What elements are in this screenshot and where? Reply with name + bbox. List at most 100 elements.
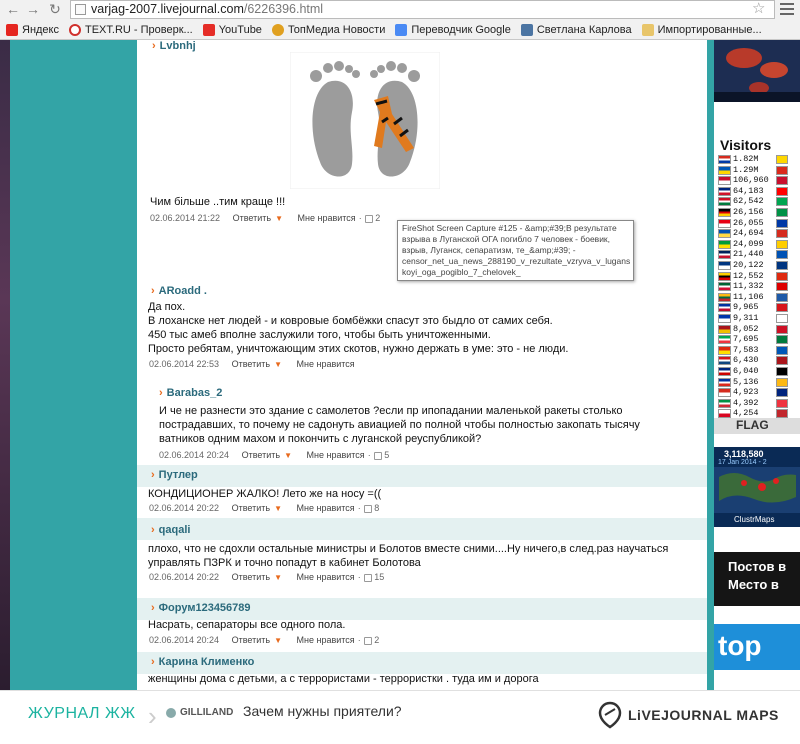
desktop-background: [0, 40, 10, 690]
comment-header: [137, 518, 707, 540]
lj-maps-link[interactable]: LiVEJOURNAL MAPS: [628, 707, 779, 723]
comment-author[interactable]: › Карина Клименко: [151, 656, 254, 668]
comment: › Barabas_2 И че не разнести это здание с…: [137, 385, 707, 465]
comment-author[interactable]: › Lvbnhj: [152, 40, 196, 52]
reload-button[interactable]: ↻: [46, 1, 64, 18]
user-link[interactable]: GILLILAND: [180, 707, 233, 718]
bookmark-google-translate[interactable]: Переводчик Google: [395, 24, 511, 36]
visitor-row: 20,122: [718, 260, 798, 271]
reply-dropdown-icon[interactable]: ▼: [284, 451, 292, 460]
bookmark-label: Яндекс: [22, 24, 59, 36]
bookmark-yandex[interactable]: Яндекс: [6, 24, 59, 36]
comments-column: › Lvbnhj Чим більше ..тим краще !!! 02.06…: [137, 40, 707, 690]
country-flag-icon: [776, 250, 788, 260]
comment-author[interactable]: › ARoadd .: [151, 285, 207, 297]
country-flag-icon: [718, 292, 731, 302]
comment-meta: 02.06.2014 20:22 Ответить ▼ Мне нравится ·…: [149, 572, 385, 582]
article-link[interactable]: Зачем нужны приятели?: [243, 703, 402, 719]
reply-dropdown-icon[interactable]: ▼: [274, 504, 282, 513]
clustrmaps-widget[interactable]: 3,118,580 17 Jan 2014 - 2 ClustrMaps: [714, 447, 800, 527]
reply-link[interactable]: Ответить: [232, 359, 270, 369]
like-link[interactable]: Мне нравится: [297, 572, 355, 582]
visitor-row: 26,156: [718, 207, 798, 218]
journal-logo[interactable]: ЖУРНАЛ ЖЖ: [28, 705, 136, 723]
comment-author[interactable]: › Barabas_2: [159, 387, 222, 399]
vk-icon: [520, 24, 533, 36]
comment-author[interactable]: › Путлер: [151, 469, 198, 481]
user-icon: [166, 708, 176, 718]
country-flag-icon: [718, 303, 731, 313]
bookmark-star-icon[interactable]: ☆: [752, 0, 765, 17]
comment-meta: 02.06.2014 22:53 Ответить ▼ Мне нравится: [149, 359, 355, 369]
reply-dropdown-icon[interactable]: ▼: [274, 573, 282, 582]
thumbs-up-icon[interactable]: [363, 636, 372, 645]
comment: › Lvbnhj Чим більше ..тим краще !!! 02.06…: [137, 40, 707, 230]
world-map-widget[interactable]: [714, 40, 800, 102]
back-button[interactable]: ←: [4, 1, 22, 17]
address-bar[interactable]: varjag-2007.livejournal.com/6226396.html: [70, 0, 775, 19]
visitor-count: 6,040: [733, 366, 759, 376]
bookmark-vk[interactable]: Светлана Карлова: [520, 24, 632, 36]
top-banner[interactable]: top: [714, 624, 800, 670]
reply-dropdown-icon[interactable]: ▼: [274, 636, 282, 645]
country-flag-icon: [776, 367, 788, 376]
world-map-icon: [714, 467, 800, 513]
country-flag-icon: [776, 314, 788, 323]
country-flag-icon: [776, 388, 788, 398]
comment: › Путлер КОНДИЦИОНЕР ЖАЛКО! Лето же на но…: [137, 465, 707, 517]
visitor-row: 7,695: [718, 334, 798, 345]
like-link[interactable]: Мне нравится: [297, 635, 355, 645]
country-flag-icon: [718, 165, 731, 175]
reply-link[interactable]: Ответить: [242, 450, 280, 460]
chevron-right-icon: ›: [148, 701, 157, 731]
country-flag-icon: [718, 356, 731, 366]
thumbs-up-icon[interactable]: [363, 573, 372, 582]
country-flag-icon: [718, 314, 731, 323]
country-flag-icon: [776, 303, 788, 313]
comment: › Карина Клименко женщины дома с детьми, …: [137, 652, 707, 690]
country-flag-icon: [718, 388, 731, 398]
comment-text: плохо, что не сдохли остальные министры …: [148, 543, 669, 569]
comment-date: 02.06.2014 21:22: [150, 213, 221, 223]
visitor-count: 7,583: [733, 344, 759, 355]
country-flag-icon: [718, 398, 731, 408]
country-flag-icon: [776, 176, 788, 186]
thumbs-up-icon[interactable]: [363, 504, 372, 513]
ad-banner[interactable]: Постов в Место в: [714, 552, 800, 606]
reply-link[interactable]: Ответить: [233, 213, 271, 223]
country-flag-icon: [718, 229, 731, 239]
visitor-count: 7,695: [733, 334, 759, 345]
like-link[interactable]: Мне нравится: [297, 503, 355, 513]
thumbs-up-icon[interactable]: [373, 451, 382, 460]
bookmark-youtube[interactable]: YouTube: [202, 24, 262, 36]
bookmark-textru[interactable]: TEXT.RU - Проверк...: [69, 24, 193, 36]
like-link[interactable]: Мне нравится: [298, 213, 356, 223]
country-flag-icon: [718, 335, 731, 345]
comment-author[interactable]: › Форум123456789: [151, 602, 251, 614]
like-link[interactable]: Мне нравится: [297, 359, 355, 369]
reply-link[interactable]: Ответить: [232, 503, 270, 513]
menu-icon[interactable]: [780, 3, 794, 18]
visitor-count: 9,311: [733, 313, 759, 323]
folder-icon: [641, 24, 654, 36]
comment-author[interactable]: › qaqali: [151, 524, 190, 536]
bookmarks-bar: Яндекс TEXT.RU - Проверк... YouTube ТопМ…: [0, 20, 800, 40]
textru-icon: [69, 24, 81, 36]
reply-dropdown-icon[interactable]: ▼: [275, 214, 283, 223]
flag-counter-logo[interactable]: FLAG: [714, 418, 800, 434]
country-flag-icon: [776, 261, 788, 270]
reply-link[interactable]: Ответить: [232, 635, 270, 645]
like-link[interactable]: Мне нравится: [307, 450, 365, 460]
country-flag-icon: [718, 367, 731, 376]
clustrmaps-date: 17 Jan 2014 - 2: [718, 459, 767, 466]
thumbs-up-icon[interactable]: [364, 214, 373, 223]
forward-button[interactable]: →: [24, 1, 42, 17]
bookmark-topmedia[interactable]: ТопМедиа Новости: [271, 24, 385, 36]
comment-date: 02.06.2014 20:24: [149, 635, 220, 645]
reply-dropdown-icon[interactable]: ▼: [274, 360, 282, 369]
reply-link[interactable]: Ответить: [232, 572, 270, 582]
bookmark-folder[interactable]: Импортированные...: [641, 24, 762, 36]
bookmark-label: Импортированные...: [657, 24, 762, 36]
sidebar-widgets: Visitors 1.82M 1.29M 106,960 64,183 62,542 26…: [714, 40, 800, 690]
world-map-icon: [714, 40, 800, 102]
